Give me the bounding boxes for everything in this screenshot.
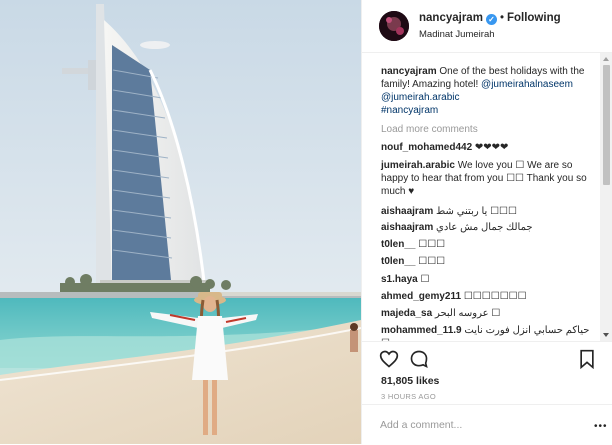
post-timestamp[interactable]: 3 HOURS AGO [381, 392, 436, 401]
comment-username[interactable]: jumeirah.arabic [381, 160, 455, 171]
post-side-panel: nancyajram ✓ • Following Madinat Jumeirah n… [361, 0, 612, 444]
comment-item: aishaajram جمالك جمال مش عادي [381, 221, 593, 234]
comment-username[interactable]: aishaajram [381, 222, 433, 233]
following-button[interactable]: Following [507, 12, 561, 24]
header-user-line: nancyajram ✓ • Following [419, 12, 561, 25]
comment-text: عروسه البحر ☐ [434, 308, 501, 319]
comment-username[interactable]: ahmed_gemy211 [381, 291, 461, 302]
scroll-up-arrow-icon[interactable] [603, 57, 609, 61]
post-actions: 81,805 likes 3 HOURS AGO [362, 341, 612, 404]
bookmark-icon[interactable] [577, 349, 597, 370]
comment-text: ❤❤❤❤ [474, 142, 509, 153]
load-more-comments-button[interactable]: Load more comments [381, 124, 478, 135]
caption-username[interactable]: nancyajram [381, 66, 437, 77]
comment-item: aishaajram يا ربتني شط ☐☐☐ [381, 205, 593, 218]
caption: nancyajram One of the best holidays with… [381, 65, 593, 117]
comment-item: t0len__ ☐☐☐ [381, 238, 593, 251]
comment-username[interactable]: s1.haya [381, 274, 418, 285]
instagram-post-view: nancyajram ✓ • Following Madinat Jumeirah n… [0, 0, 612, 444]
comment-icon[interactable] [409, 349, 429, 369]
comment-item: ahmed_gemy211 ☐☐☐☐☐☐☐ [381, 290, 593, 303]
comment-item: t0len__ ☐☐☐ [381, 255, 593, 268]
scroll-down-arrow-icon[interactable] [603, 333, 609, 337]
comment-username[interactable]: t0len__ [381, 256, 415, 267]
comment-text: ☐ [420, 274, 430, 285]
more-options-icon[interactable]: ••• [594, 421, 608, 432]
comment-username[interactable]: majeda_sa [381, 308, 432, 319]
verified-badge-icon: ✓ [485, 14, 497, 25]
comment-text: ☐☐☐ [418, 239, 446, 250]
comment-composer: ••• [362, 404, 612, 445]
post-header: nancyajram ✓ • Following Madinat Jumeirah [362, 0, 612, 53]
comment-username[interactable]: mohammed_11.9 [381, 325, 462, 336]
comment-text: ☐☐☐☐☐☐☐ [463, 291, 527, 302]
heart-icon[interactable] [379, 349, 399, 369]
comment-item: s1.haya ☐ [381, 273, 593, 286]
comment-item: jumeirah.arabic We love you ☐ We are so … [381, 159, 593, 198]
comment-item: nouf_mohamed442 ❤❤❤❤ [381, 141, 593, 154]
comment-username[interactable]: aishaajram [381, 206, 433, 217]
add-comment-input[interactable] [380, 417, 570, 433]
comment-text: جمالك جمال مش عادي [436, 222, 533, 233]
comment-item: majeda_sa عروسه البحر ☐ [381, 307, 593, 320]
comment-text: ☐☐☐ [418, 256, 446, 267]
comments-scrollbar[interactable] [600, 53, 612, 341]
header-username[interactable]: nancyajram [419, 12, 483, 24]
location-link[interactable]: Madinat Jumeirah [419, 29, 495, 40]
caption-hashtag[interactable]: #nancyajram [381, 105, 438, 116]
likes-count[interactable]: 81,805 likes [381, 375, 439, 387]
caption-mention-2[interactable]: @jumeirah.arabic [381, 92, 460, 103]
separator-dot: • [499, 12, 504, 24]
comment-username[interactable]: t0len__ [381, 239, 415, 250]
scrollbar-thumb[interactable] [603, 65, 610, 185]
comments-list[interactable]: nancyajram One of the best holidays with… [362, 53, 600, 341]
comment-item: mohammed_11.9 حياكم حسابي انزل فورت نايت… [381, 324, 593, 341]
caption-mention-1[interactable]: @jumeirahalnaseem [481, 79, 573, 90]
comment-text: يا ربتني شط ☐☐☐ [436, 206, 517, 217]
avatar[interactable] [379, 11, 409, 41]
comment-username[interactable]: nouf_mohamed442 [381, 142, 472, 153]
post-photo[interactable] [0, 0, 361, 444]
